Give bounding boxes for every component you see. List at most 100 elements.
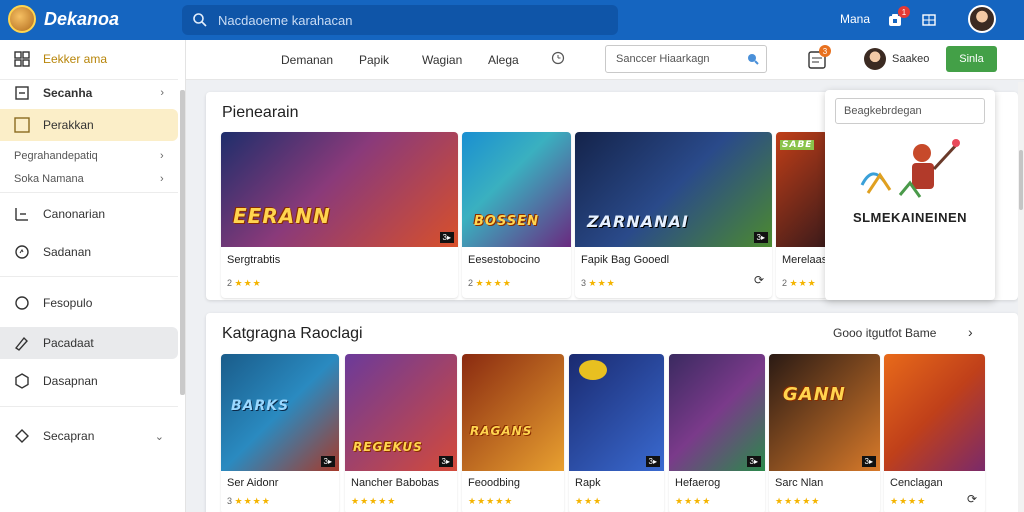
logo-badge-icon[interactable] [8,5,36,33]
cart-badge: 3 [819,45,831,57]
game-art: SABE [776,132,828,247]
search-placeholder: Beagkebrdegan [844,105,922,117]
game-search-input[interactable]: Sanccer Hiaarkagn [605,45,767,73]
cart-button[interactable]: 3 [808,45,831,74]
featured-title: Pienearain [222,104,299,121]
game-card[interactable]: 3▸ Hefaerog ★★★★ [669,354,765,512]
game-card[interactable]: SABE Merelaas 2 ★★★ [776,132,828,298]
see-all-link[interactable]: Gooo itgutfot Bame [833,326,936,340]
stars-icon: ★★★ [588,278,616,288]
sidebar-item-secapran[interactable]: Secapran ⌄ [0,420,178,452]
sidebar-item-label: Canonarian [43,207,106,221]
game-card[interactable]: REGEKUS 3▸ Nancher Babobas ★★★★★ [345,354,457,512]
chevron-down-icon: ⌄ [154,430,164,443]
refresh-icon[interactable]: ⟳ [754,273,764,287]
tab-alega[interactable]: Alega [488,53,519,67]
game-card[interactable]: Cenclagan ★★★★ ⟳ [884,354,985,512]
search-placeholder: Sanccer Hiaarkagn [616,53,710,65]
hexagon-icon [13,372,31,390]
search-icon [748,54,759,65]
chevron-right-icon[interactable]: › [968,324,973,340]
game-card[interactable]: BOSSEN Eesestobocino 2 ★★★★ [462,132,571,298]
art-title: BOSSEN [474,214,539,229]
signup-button[interactable]: Sinla [946,46,997,72]
sidebar-item-sadanan[interactable]: Sadanan [0,236,178,268]
user-name[interactable]: Saakeo [892,53,929,65]
game-rating: ★★★★★ [351,496,396,507]
game-rating: ★★★★ [890,496,926,507]
divider [0,276,178,277]
app-title[interactable]: Dekanoa [44,9,119,30]
diamond-icon [13,427,31,445]
sidebar-item-pacadaat[interactable]: Pacadaat [0,327,178,359]
sidebar-item-login[interactable]: Secanha › [0,77,178,109]
tab-wagian[interactable]: Wagian [422,53,462,67]
user-avatar[interactable] [968,5,996,33]
hero-illustration-icon [860,139,960,198]
sidebar-scrollbar[interactable] [180,90,185,395]
tab-demanan[interactable]: Demanan [281,53,333,67]
sidebar-item-label: Eekker ama [43,52,108,66]
notification-button[interactable]: 1 [884,6,910,31]
page-scrollbar[interactable] [1018,82,1024,512]
user-avatar[interactable] [864,48,886,70]
game-card[interactable]: GANN 3▸ Sarc Nlan ★★★★★ [769,354,880,512]
clock-icon[interactable] [551,51,565,70]
sidebar-subitem-1[interactable]: Pegrahandepatiq › [14,150,164,162]
game-art: ZARNANAI 3▸ [575,132,772,247]
game-art: BARKS 3▸ [221,354,339,471]
divider [0,406,178,407]
game-name: Rapk [575,477,601,489]
circle-icon [13,243,31,261]
art-badge: 3▸ [645,456,660,467]
art-badge: 3▸ [439,232,454,243]
search-icon [193,13,207,27]
art-title: REGEKUS [353,440,423,454]
sidebar-item-label: Fesopulo [43,296,93,310]
rating-value: 3 [227,496,233,506]
sidebar-item-fesopulo[interactable]: Fesopulo [0,287,178,319]
stars-icon: ★★★ [575,496,603,506]
stars-icon: ★★★★★ [775,496,821,506]
sidebar-subitem-2[interactable]: Soka Namana › [14,173,164,185]
game-card[interactable]: 3▸ Rapk ★★★ [569,354,664,512]
game-art: BOSSEN [462,132,571,247]
game-name: Feoodbing [468,477,520,489]
art-title: GANN [783,384,846,405]
game-rating: 2 ★★★ [227,278,262,289]
sidebar-item-label: Sadanan [43,245,92,259]
game-rating: ★★★★★ [468,496,513,507]
global-search-input[interactable]: Nacdaoeme karahacan [182,5,618,35]
sidebar-item-home[interactable]: Eekker ama [0,43,178,75]
chevron-right-icon: › [160,173,164,185]
refresh-icon[interactable]: ⟳ [967,492,977,506]
stars-icon: ★★★★ [890,496,927,506]
game-name: Sarc Nlan [775,477,824,489]
page-scrollbar-thumb[interactable] [1019,150,1023,210]
stars-icon: ★★★★★ [468,496,514,506]
popup-search-input[interactable]: Beagkebrdegan [835,98,985,124]
chevron-right-icon: › [160,150,164,162]
search-placeholder: Nacdaoeme karahacan [218,12,353,28]
chevron-right-icon: › [160,87,164,99]
game-name: Hefaerog [675,477,721,489]
stars-icon: ★★★★ [475,278,512,288]
top-bar: Dekanoa Nacdaoeme karahacan Mana 1 [0,0,1024,40]
sidebar-item-label: Secanha [43,86,93,100]
game-rating: ★★★ [575,496,602,507]
stars-icon: ★★★ [234,278,262,288]
game-name: Sergtrabtis [227,254,281,266]
game-card[interactable]: BARKS 3▸ Ser Aidonr 3 ★★★★ [221,354,339,512]
apps-button[interactable] [918,9,940,31]
sidebar-item-perakkan[interactable]: Perakkan [0,109,178,141]
top-nav-link[interactable]: Mana [840,12,870,26]
rating-value: 2 [227,278,233,288]
game-card[interactable]: RAGANS Feoodbing ★★★★★ [462,354,564,512]
game-card[interactable]: ZARNANAI 3▸ Fapik Bag Gooedl 3 ★★★ ⟳ [575,132,772,298]
sidebar-item-dasapnan[interactable]: Dasapnan [0,365,178,397]
game-card[interactable]: EERANN 3▸ Sergtrabtis 2 ★★★ [221,132,458,298]
sidebar-item-canonarian[interactable]: Canonarian [0,198,178,230]
popup-title: SLMEKAINEINEN [852,210,968,225]
divider [0,192,178,193]
tab-papik[interactable]: Papik [359,53,389,67]
